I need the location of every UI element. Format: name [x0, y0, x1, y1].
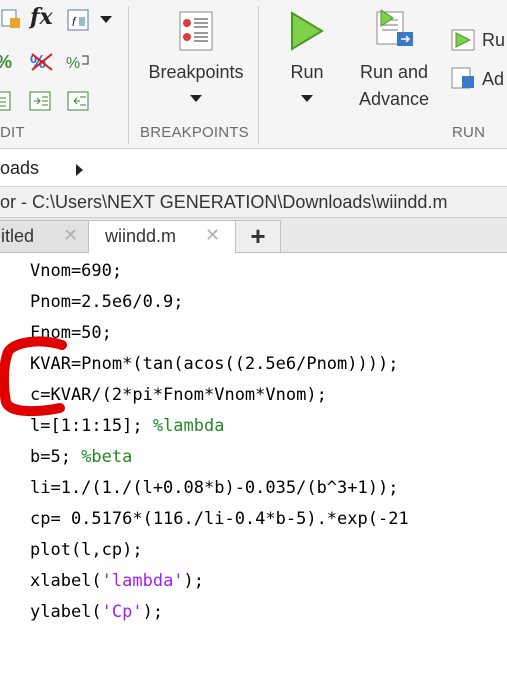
code-text: );: [142, 602, 164, 622]
run-and-advance-label-line2: Advance: [358, 89, 430, 109]
code-text: b=5;: [30, 447, 82, 467]
code-line[interactable]: cp= 0.5176*(116./li-0.4*b-5).*exp(-21: [30, 509, 409, 529]
code-string: 'lambda': [101, 571, 184, 591]
code-text: ylabel(: [30, 602, 102, 622]
run-section-button[interactable]: Ru: [482, 27, 505, 54]
chevron-down-icon[interactable]: [301, 95, 313, 102]
breakpoints-icon[interactable]: [176, 10, 216, 52]
section-divider: [258, 6, 259, 144]
tab-label: wiindd.m: [105, 226, 177, 246]
breakpoints-button[interactable]: Breakpoints: [140, 59, 252, 86]
code-line[interactable]: b=5; %beta: [30, 447, 132, 467]
code-comment: %beta: [81, 447, 133, 467]
code-line[interactable]: xlabel('lambda');: [30, 571, 204, 591]
run-and-advance-label-line1: Run and: [359, 62, 429, 82]
code-comment: %lambda: [152, 416, 225, 436]
code-text: plot(l,cp);: [30, 540, 143, 560]
chevron-down-icon[interactable]: [100, 16, 112, 23]
code-string: 'Cp': [101, 602, 143, 622]
close-icon[interactable]: ✕: [205, 225, 220, 246]
code-text: xlabel(: [30, 571, 102, 591]
advance-icon[interactable]: [450, 66, 476, 90]
section-divider: [128, 6, 129, 144]
run-button[interactable]: Run: [280, 59, 334, 86]
run-section-icon[interactable]: [450, 28, 476, 52]
code-text: );: [183, 571, 205, 591]
section-label-breakpoints: BREAKPOINTS: [140, 124, 249, 141]
tab-wiindd[interactable]: wiindd.m ✕: [88, 220, 236, 254]
code-line[interactable]: KVAR=Pnom*(tan(acos((2.5e6/Pnom))));: [30, 354, 398, 374]
run-icon[interactable]: [288, 10, 326, 52]
run-and-advance-button[interactable]: Run and Advance: [352, 59, 436, 113]
red-bracket-annotation: [0, 336, 67, 417]
code-text: KVAR=Pnom*(tan(acos((2.5e6/Pnom))));: [30, 354, 399, 374]
chevron-down-icon[interactable]: [190, 95, 202, 102]
add-tab-button[interactable]: +: [235, 220, 281, 252]
advance-button[interactable]: Ad: [482, 66, 504, 93]
code-line[interactable]: ylabel('Cp');: [30, 602, 163, 622]
section-label-run: RUN: [452, 124, 486, 141]
run-and-advance-icon[interactable]: [373, 8, 417, 52]
code-text: li=1./(1./(l+0.08*b)-0.035/(b^3+1));: [30, 478, 399, 498]
code-text: cp= 0.5176*(116./li-0.4*b-5).*exp(-21: [30, 509, 409, 529]
code-line[interactable]: li=1./(1./(l+0.08*b)-0.035/(b^3+1));: [30, 478, 398, 498]
code-line[interactable]: plot(l,cp);: [30, 540, 143, 560]
